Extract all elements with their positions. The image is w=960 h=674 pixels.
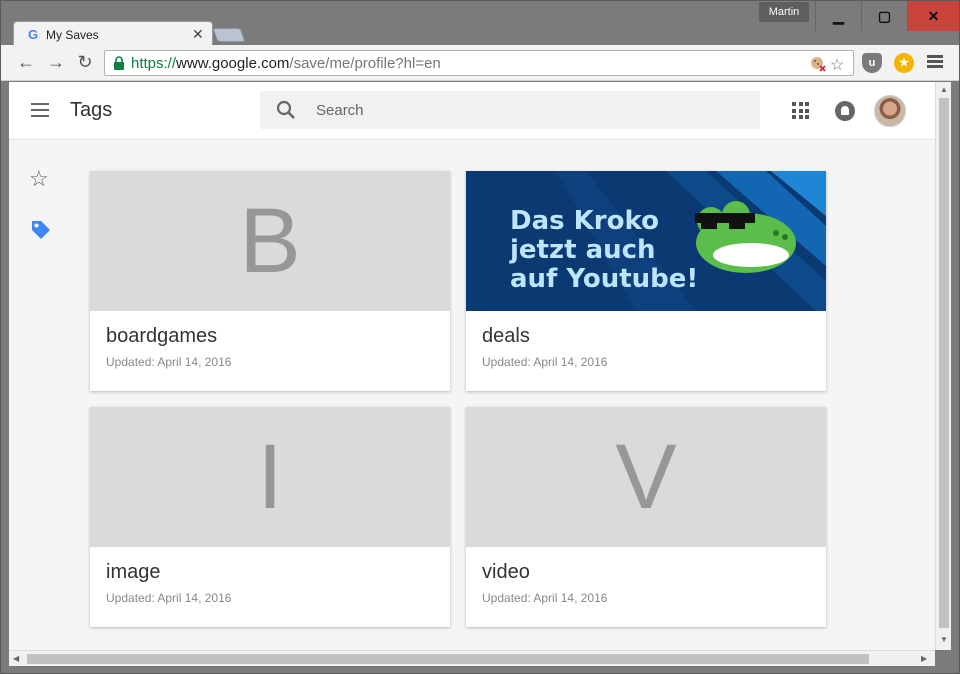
card-title: image (106, 561, 161, 583)
card-updated-date: Updated: April 14, 2016 (482, 591, 608, 605)
starred-nav-icon[interactable]: ☆ (29, 166, 49, 192)
forward-button[interactable]: → (45, 51, 67, 73)
reload-button[interactable]: ↻ (74, 51, 96, 73)
vertical-scrollbar[interactable]: ▲ ▼ (935, 82, 951, 650)
card-letter: V (615, 426, 677, 528)
url-path: /save/me/profile?hl=en (289, 55, 441, 72)
page-content: Tags ☆ B boardgames Update (9, 82, 935, 650)
scroll-left-arrow-icon[interactable]: ◀ (13, 654, 19, 663)
tag-card-deals[interactable]: Das Kroko jetzt auch auf Youtube! deals … (466, 171, 826, 391)
card-updated-date: Updated: April 14, 2016 (106, 591, 232, 605)
minimize-icon: ▁ (833, 7, 844, 24)
url-host: www.google.com (176, 55, 290, 72)
lock-icon (114, 56, 124, 70)
maximize-button[interactable]: ▢ (861, 1, 907, 31)
google-favicon-icon: G (28, 27, 39, 42)
horizontal-scrollbar[interactable]: ◀ ▶ (9, 650, 935, 666)
tab-title: My Saves (46, 28, 99, 42)
card-updated-date: Updated: April 14, 2016 (106, 355, 232, 369)
reload-icon: ↻ (77, 52, 93, 72)
tab-close-icon[interactable]: ✕ (192, 26, 204, 43)
tag-card-boardgames[interactable]: B boardgames Updated: April 14, 2016 (90, 171, 450, 391)
title-bar: Martin ▁ ▢ ✕ G My Saves ✕ (1, 1, 959, 47)
banner-text: Das Kroko jetzt auch auf Youtube! (510, 206, 699, 294)
card-thumbnail: I (90, 407, 450, 547)
url-scheme: https:// (131, 55, 177, 72)
search-box[interactable] (260, 91, 760, 129)
browser-tab[interactable]: G My Saves ✕ (13, 21, 213, 47)
address-bar[interactable]: https://www.google.com/save/me/profile?h… (104, 50, 854, 76)
main-menu-icon[interactable] (31, 103, 49, 117)
minimize-button[interactable]: ▁ (815, 1, 861, 31)
back-button[interactable]: ← (15, 51, 37, 73)
scroll-down-arrow-icon[interactable]: ▼ (940, 635, 948, 644)
cookie-blocked-icon[interactable] (810, 56, 826, 72)
vertical-scroll-thumb[interactable] (939, 98, 949, 628)
search-icon (276, 100, 295, 119)
card-title: deals (482, 325, 530, 347)
profile-name-badge[interactable]: Martin (759, 2, 809, 22)
app-bar: Tags (9, 82, 935, 140)
scroll-up-arrow-icon[interactable]: ▲ (940, 85, 948, 94)
tag-card-image[interactable]: I image Updated: April 14, 2016 (90, 407, 450, 627)
tag-card-video[interactable]: V video Updated: April 14, 2016 (466, 407, 826, 627)
back-arrow-icon: ← (17, 52, 35, 72)
card-updated-date: Updated: April 14, 2016 (482, 355, 608, 369)
forward-arrow-icon: → (47, 52, 65, 72)
crocodile-mascot-icon (695, 201, 796, 273)
search-input[interactable] (316, 91, 746, 129)
browser-window: Martin ▁ ▢ ✕ G My Saves ✕ ← → ↻ https://… (0, 0, 960, 674)
tag-nav-icon[interactable] (30, 219, 52, 241)
card-letter: I (257, 426, 283, 528)
card-title: boardgames (106, 325, 218, 347)
maximize-icon: ▢ (877, 7, 892, 24)
apps-grid-icon[interactable] (792, 102, 809, 119)
card-thumbnail: V (466, 407, 826, 547)
close-icon: ✕ (927, 7, 940, 24)
url-text: https://www.google.com/save/me/profile?h… (131, 55, 441, 72)
notifications-bell-icon[interactable] (835, 101, 855, 121)
keep-icon[interactable]: ★ (894, 53, 914, 73)
browser-toolbar: ← → ↻ https://www.google.com/save/me/pro… (1, 45, 959, 81)
close-window-button[interactable]: ✕ (907, 1, 959, 31)
horizontal-scroll-thumb[interactable] (27, 654, 869, 664)
card-title: video (482, 561, 530, 583)
scroll-right-arrow-icon[interactable]: ▶ (921, 654, 927, 663)
card-banner-image: Das Kroko jetzt auch auf Youtube! (466, 171, 826, 311)
new-tab-button[interactable] (212, 28, 246, 42)
avatar[interactable] (874, 95, 906, 127)
bookmark-star-icon[interactable]: ☆ (830, 55, 844, 75)
card-letter: B (239, 190, 301, 292)
ublock-icon[interactable]: u (862, 53, 882, 73)
chrome-menu-icon[interactable] (927, 53, 943, 71)
card-thumbnail: B (90, 171, 450, 311)
page-title: Tags (70, 99, 113, 121)
